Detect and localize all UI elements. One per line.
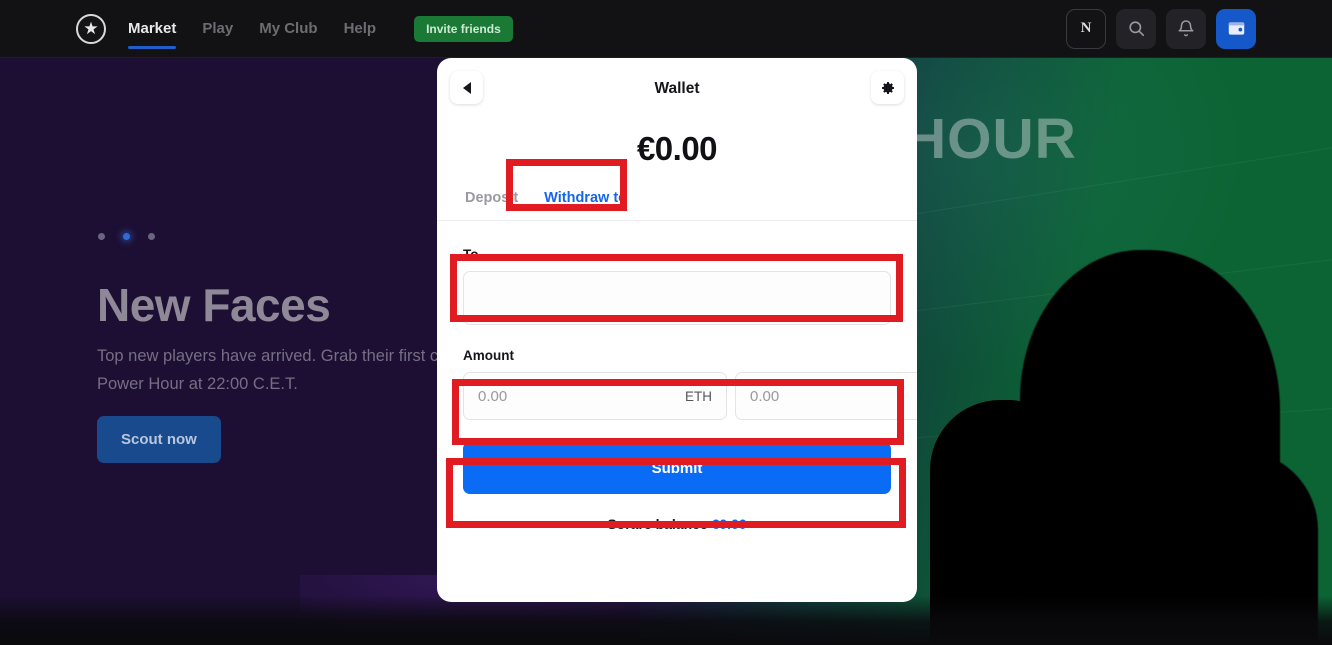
navbar-left: ★ Market Play My Club Help Invite friend… bbox=[0, 2, 513, 55]
amount-field-label: Amount bbox=[463, 348, 514, 363]
navbar-links: Market Play My Club Help Invite friends bbox=[128, 2, 513, 55]
modal-title: Wallet bbox=[654, 80, 700, 97]
to-field-label: To bbox=[463, 247, 479, 262]
carousel-dot-3[interactable] bbox=[148, 233, 155, 240]
amount-eth-unit: ETH bbox=[685, 388, 712, 404]
hero-background-word: HOUR bbox=[905, 107, 1077, 171]
wallet-modal: Wallet €0.00 Deposit Withdraw to To Amou… bbox=[437, 58, 917, 602]
submit-button[interactable]: Submit bbox=[463, 442, 891, 494]
amount-crypto-group: ETH bbox=[463, 372, 727, 420]
wallet-balance: €0.00 bbox=[636, 130, 718, 167]
to-address-input[interactable] bbox=[463, 271, 891, 325]
top-navbar: ★ Market Play My Club Help Invite friend… bbox=[0, 0, 1332, 58]
sorare-balance-amount: €0.00 bbox=[711, 516, 747, 532]
hero-title: New Faces bbox=[97, 279, 331, 331]
sorare-balance-label: Sorare balance bbox=[607, 516, 708, 532]
invite-friends-button[interactable]: Invite friends bbox=[414, 15, 513, 42]
wallet-tabs: Deposit Withdraw to bbox=[437, 190, 917, 221]
carousel-dot-2[interactable] bbox=[123, 233, 130, 240]
wallet-icon[interactable] bbox=[1216, 8, 1256, 49]
sorare-balance-row: Sorare balance €0.00 bbox=[463, 516, 891, 532]
tab-withdraw-to[interactable]: Withdraw to bbox=[544, 190, 627, 220]
amount-inputs-row: ETH € bbox=[463, 372, 917, 420]
back-arrow-glyph bbox=[462, 81, 471, 94]
modal-header: Wallet bbox=[437, 58, 917, 120]
carousel-dot-1[interactable] bbox=[98, 233, 105, 240]
logo-star-glyph: ★ bbox=[83, 19, 99, 38]
tab-deposit[interactable]: Deposit bbox=[465, 190, 518, 220]
scout-now-button[interactable]: Scout now bbox=[97, 416, 221, 463]
nav-link-market[interactable]: Market bbox=[128, 2, 177, 55]
notification-bell-icon[interactable] bbox=[1166, 8, 1206, 49]
nav-link-help[interactable]: Help bbox=[344, 2, 377, 55]
amount-eth-input[interactable] bbox=[478, 387, 677, 405]
amount-eur-input[interactable] bbox=[750, 387, 917, 405]
navbar-right: N bbox=[1066, 8, 1332, 49]
page-root: HOUR New Faces Top new players have arri… bbox=[0, 0, 1332, 645]
avatar[interactable]: N bbox=[1066, 8, 1106, 49]
nav-link-play[interactable]: Play bbox=[202, 2, 233, 55]
hero-carousel-dots bbox=[98, 233, 155, 240]
sorare-ball-logo-icon[interactable]: ★ bbox=[76, 13, 106, 44]
search-icon[interactable] bbox=[1116, 8, 1156, 49]
hero-silhouette bbox=[978, 250, 1318, 645]
nav-link-my-club[interactable]: My Club bbox=[259, 2, 317, 55]
wallet-form: To Amount ETH € Submit Sorare balance €0… bbox=[437, 221, 917, 532]
gear-icon[interactable] bbox=[871, 71, 904, 104]
back-arrow-icon[interactable] bbox=[450, 71, 483, 104]
amount-fiat-group: € bbox=[735, 372, 917, 420]
